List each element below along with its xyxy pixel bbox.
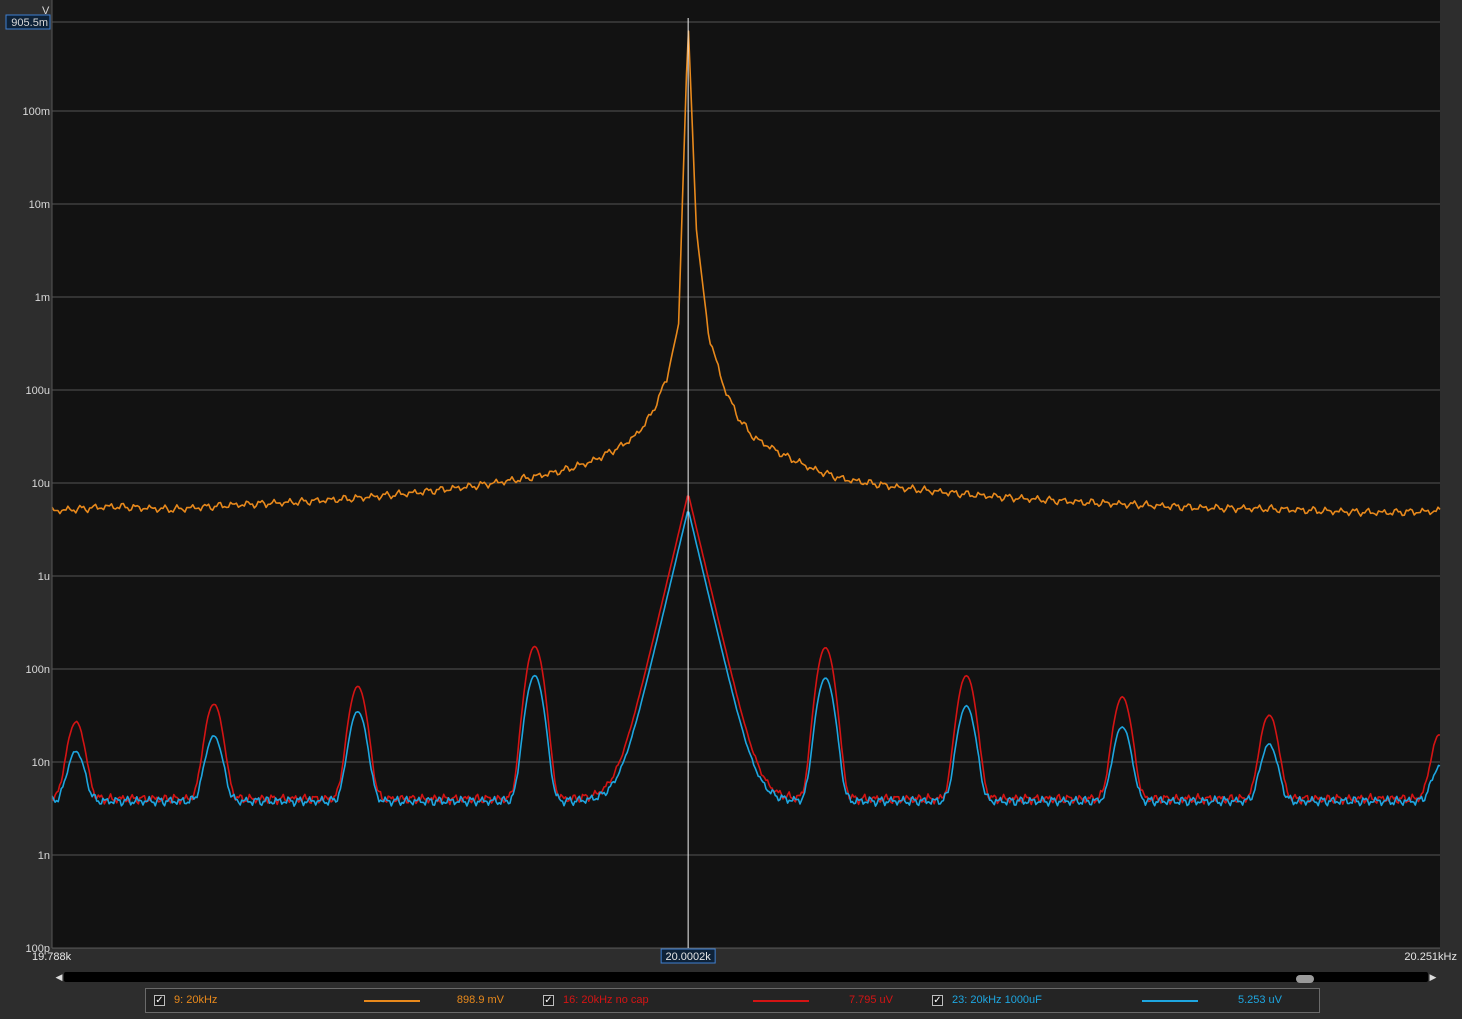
horizontal-scrollbar[interactable]: ◀ ▶	[54, 970, 1438, 984]
y-tick-label: 100m	[22, 106, 50, 118]
legend-swatch	[1142, 1000, 1198, 1002]
cursor-frequency-label: 20.0002k	[666, 951, 712, 963]
x-axis-ticks: 19.788k 20.251kHz	[32, 951, 1457, 963]
plot-area[interactable]	[52, 0, 1440, 948]
spectrum-analyzer-window: 20.0002k 905.5m 100m 10m 1m 100u 10u 1u 100n 10n…	[0, 0, 1462, 1019]
legend: ✓ 9: 20kHz 898.9 mV ✓ 16: 20kHz no cap 7…	[145, 988, 1320, 1013]
y-tick-label: 10m	[29, 199, 50, 211]
y-tick-label: 10n	[32, 757, 50, 769]
x-tick-label: 20.251kHz	[1404, 951, 1457, 963]
legend-item-20khz[interactable]: ✓ 9: 20kHz 898.9 mV	[152, 989, 532, 1012]
y-tick-label: 905.5m	[11, 17, 48, 29]
y-tick-label: 100n	[26, 664, 50, 676]
legend-label: 23: 20kHz 1000uF	[952, 994, 1042, 1006]
legend-item-no-cap[interactable]: ✓ 16: 20kHz no cap 7.795 uV	[541, 989, 921, 1012]
legend-swatch	[364, 1000, 420, 1002]
y-tick-label: 1n	[38, 850, 50, 862]
legend-value: 5.253 uV	[1237, 994, 1282, 1006]
right-margin	[1440, 0, 1462, 965]
legend-item-1000uf[interactable]: ✓ 23: 20kHz 1000uF 5.253 uV	[930, 989, 1310, 1012]
x-tick-label: 19.788k	[32, 951, 72, 963]
scroll-track[interactable]	[64, 972, 1428, 983]
scroll-left-icon[interactable]: ◀	[54, 971, 64, 983]
y-tick-label: 1m	[35, 292, 50, 304]
series-checkbox[interactable]: ✓	[543, 995, 554, 1006]
legend-value: 7.795 uV	[848, 994, 893, 1006]
legend-swatch	[753, 1000, 809, 1002]
series-checkbox[interactable]: ✓	[154, 995, 165, 1006]
y-axis-unit-label: V	[42, 5, 50, 17]
y-tick-label: 10u	[32, 478, 50, 490]
legend-value: 898.9 mV	[456, 994, 504, 1006]
y-tick-label: 100u	[26, 385, 50, 397]
series-checkbox[interactable]: ✓	[932, 995, 943, 1006]
legend-label: 16: 20kHz no cap	[563, 994, 649, 1006]
legend-label: 9: 20kHz	[174, 994, 218, 1006]
spectrum-plot[interactable]: 20.0002k 905.5m 100m 10m 1m 100u 10u 1u 100n 10n…	[0, 0, 1462, 1019]
scroll-right-icon[interactable]: ▶	[1428, 971, 1438, 983]
scroll-thumb[interactable]	[1296, 975, 1314, 983]
y-tick-label: 1u	[38, 571, 50, 583]
